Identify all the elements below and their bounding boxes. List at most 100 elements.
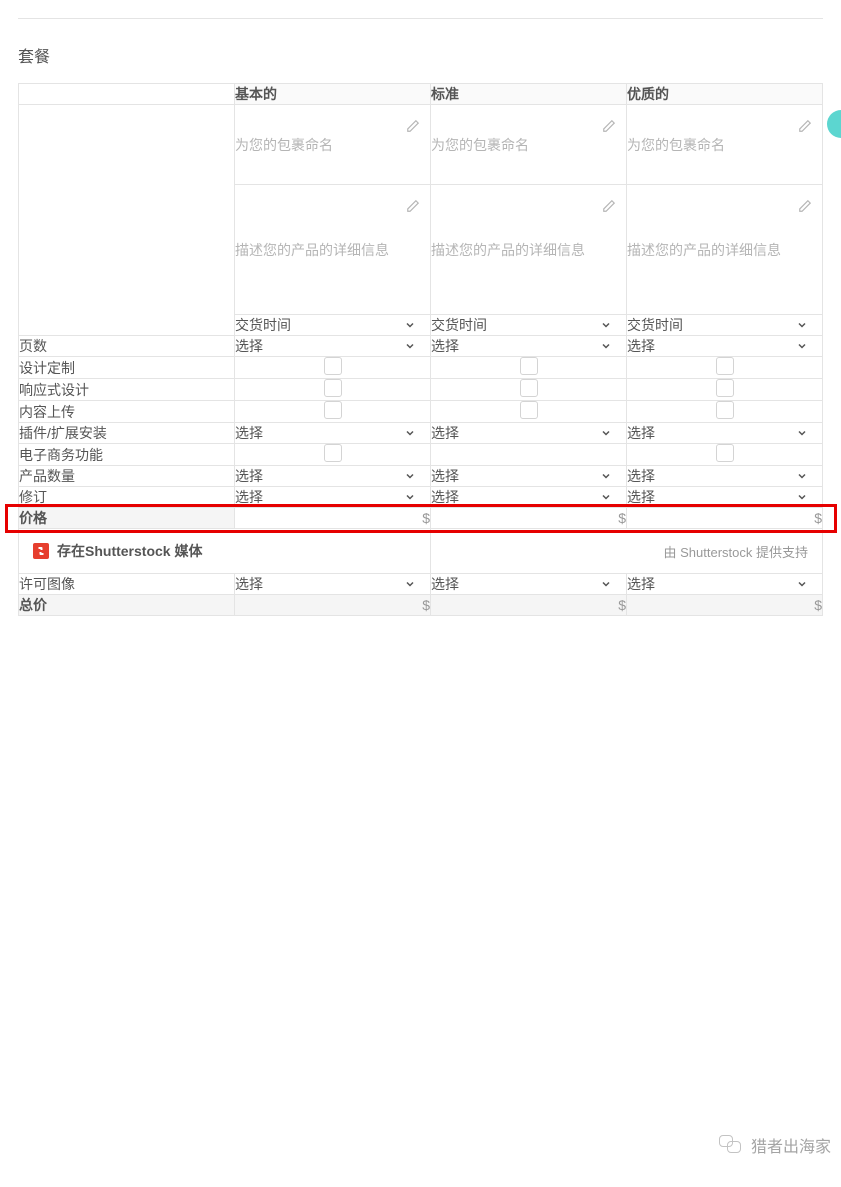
premium-name-input[interactable]: 为您的包裹命名 (627, 105, 823, 185)
basic-plugins-select[interactable]: 选择 (235, 423, 431, 444)
tier-header-row: 基本的 标准 优质的 (19, 84, 823, 105)
standard-responsive-checkbox[interactable] (520, 379, 538, 397)
total-label: 总价 (19, 595, 235, 616)
premium-delivery-select[interactable]: 交货时间 (627, 315, 823, 336)
pencil-icon (798, 199, 812, 213)
chevron-down-icon (600, 470, 612, 482)
basic-total: $ (235, 595, 431, 616)
content-upload-row: 内容上传 (19, 401, 823, 423)
select-text: 选择 (235, 338, 263, 354)
pages-row: 页数 选择 选择 选择 (19, 336, 823, 357)
placeholder-text: 描述您的产品的详细信息 (627, 242, 781, 258)
standard-ecom-cell (431, 444, 627, 466)
basic-delivery-select[interactable]: 交货时间 (235, 315, 431, 336)
basic-design-checkbox[interactable] (324, 357, 342, 375)
basic-responsive-checkbox[interactable] (324, 379, 342, 397)
standard-plugins-select[interactable]: 选择 (431, 423, 627, 444)
basic-name-input[interactable]: 为您的包裹命名 (235, 105, 431, 185)
pencil-icon (602, 199, 616, 213)
basic-ecom-checkbox[interactable] (324, 444, 342, 462)
section-title: 套餐 (18, 43, 823, 67)
premium-ecom-checkbox[interactable] (716, 444, 734, 462)
select-text: 选择 (627, 576, 655, 592)
basic-qty-select[interactable]: 选择 (235, 466, 431, 487)
placeholder-text: 描述您的产品的详细信息 (235, 242, 389, 258)
premium-price-input[interactable]: $ (627, 508, 823, 529)
premium-upload-checkbox[interactable] (716, 401, 734, 419)
product-qty-row: 产品数量 选择 选择 选择 (19, 466, 823, 487)
chevron-down-icon (404, 340, 416, 352)
basic-upload-checkbox[interactable] (324, 401, 342, 419)
name-desc-blank (19, 105, 235, 336)
select-text: 选择 (627, 338, 655, 354)
premium-license-select[interactable]: 选择 (627, 574, 823, 595)
select-text: 选择 (235, 468, 263, 484)
standard-name-input[interactable]: 为您的包裹命名 (431, 105, 627, 185)
license-images-label: 许可图像 (19, 574, 235, 595)
basic-pages-select[interactable]: 选择 (235, 336, 431, 357)
price-label: 价格 (19, 508, 235, 529)
standard-upload-checkbox[interactable] (520, 401, 538, 419)
chevron-down-icon (404, 319, 416, 331)
shutterstock-title: 存在Shutterstock 媒体 (57, 541, 202, 561)
chevron-down-icon (600, 427, 612, 439)
revisions-row: 修订 选择 选择 选择 (19, 487, 823, 508)
standard-rev-select[interactable]: 选择 (431, 487, 627, 508)
standard-pages-select[interactable]: 选择 (431, 336, 627, 357)
chevron-down-icon (600, 578, 612, 590)
packages-table: 基本的 标准 优质的 为您的包裹命名 为您的包裹命名 为您的包裹命名 (18, 83, 823, 616)
placeholder-text: 为您的包裹命名 (431, 137, 529, 153)
premium-plugins-select[interactable]: 选择 (627, 423, 823, 444)
responsive-label: 响应式设计 (19, 379, 235, 401)
premium-total: $ (627, 595, 823, 616)
premium-desc-input[interactable]: 描述您的产品的详细信息 (627, 185, 823, 315)
select-text: 交货时间 (627, 317, 683, 333)
basic-price-input[interactable]: $ (235, 508, 431, 529)
select-text: 选择 (431, 576, 459, 592)
standard-desc-input[interactable]: 描述您的产品的详细信息 (431, 185, 627, 315)
shutterstock-logo-icon (33, 543, 49, 559)
select-text: 选择 (235, 425, 263, 441)
premium-responsive-checkbox[interactable] (716, 379, 734, 397)
pencil-icon (798, 119, 812, 133)
premium-qty-select[interactable]: 选择 (627, 466, 823, 487)
select-text: 选择 (431, 425, 459, 441)
standard-price-input[interactable]: $ (431, 508, 627, 529)
chevron-down-icon (796, 427, 808, 439)
product-qty-label: 产品数量 (19, 466, 235, 487)
placeholder-text: 为您的包裹命名 (627, 137, 725, 153)
placeholder-text: 描述您的产品的详细信息 (431, 242, 585, 258)
chevron-down-icon (404, 491, 416, 503)
standard-design-checkbox[interactable] (520, 357, 538, 375)
select-text: 交货时间 (235, 317, 291, 333)
total-row: 总价 $ $ $ (19, 595, 823, 616)
premium-pages-select[interactable]: 选择 (627, 336, 823, 357)
pencil-icon (406, 119, 420, 133)
chevron-down-icon (404, 470, 416, 482)
select-text: 选择 (431, 489, 459, 505)
watermark-text: 猎者出海家 (751, 1133, 831, 1157)
chevron-down-icon (796, 578, 808, 590)
standard-license-select[interactable]: 选择 (431, 574, 627, 595)
standard-delivery-select[interactable]: 交货时间 (431, 315, 627, 336)
basic-license-select[interactable]: 选择 (235, 574, 431, 595)
standard-qty-select[interactable]: 选择 (431, 466, 627, 487)
ecommerce-label: 电子商务功能 (19, 444, 235, 466)
pages-label: 页数 (19, 336, 235, 357)
premium-design-checkbox[interactable] (716, 357, 734, 375)
pencil-icon (602, 119, 616, 133)
select-text: 交货时间 (431, 317, 487, 333)
design-custom-row: 设计定制 (19, 357, 823, 379)
blank-corner (19, 84, 235, 105)
chat-bubble-icon (727, 1141, 741, 1153)
chevron-down-icon (796, 470, 808, 482)
tier-basic-header: 基本的 (235, 84, 431, 105)
basic-rev-select[interactable]: 选择 (235, 487, 431, 508)
chevron-down-icon (404, 578, 416, 590)
chevron-down-icon (796, 319, 808, 331)
premium-rev-select[interactable]: 选择 (627, 487, 823, 508)
package-name-row: 为您的包裹命名 为您的包裹命名 为您的包裹命名 (19, 105, 823, 185)
pencil-icon (406, 199, 420, 213)
chevron-down-icon (600, 340, 612, 352)
basic-desc-input[interactable]: 描述您的产品的详细信息 (235, 185, 431, 315)
